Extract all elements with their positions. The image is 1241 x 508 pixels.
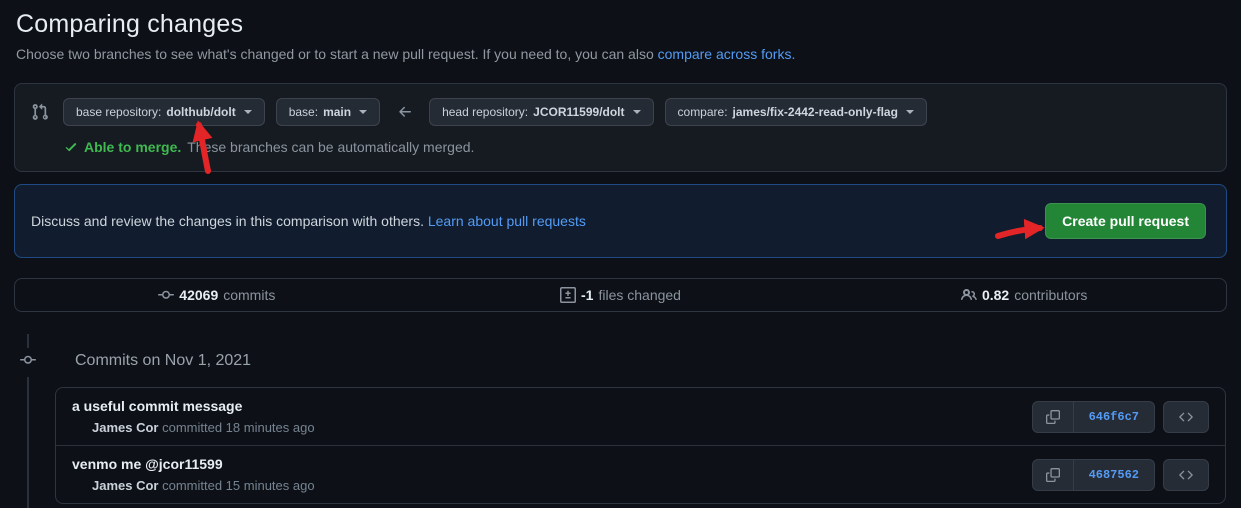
people-icon xyxy=(961,287,977,303)
contributors-count: 0.82 xyxy=(982,287,1009,303)
comparison-stats-bar: 42069 commits -1 files changed 0.82 cont… xyxy=(14,278,1227,312)
git-commit-icon xyxy=(158,287,174,303)
banner-message: Discuss and review the changes in this c… xyxy=(31,213,424,229)
files-changed-stat[interactable]: -1 files changed xyxy=(419,287,823,303)
browse-code-button[interactable] xyxy=(1163,401,1209,433)
commit-actions: 646f6c7 xyxy=(1032,401,1209,433)
files-changed-label: files changed xyxy=(598,287,681,303)
subtitle-text: Choose two branches to see what's change… xyxy=(16,46,654,62)
commits-section: Commits on Nov 1, 2021 a useful commit m… xyxy=(0,336,1241,504)
chevron-down-icon xyxy=(633,110,641,114)
create-pull-request-button[interactable]: Create pull request xyxy=(1045,203,1206,239)
commit-sha-button-group: 4687562 xyxy=(1032,459,1155,491)
check-icon xyxy=(64,140,78,154)
learn-about-pull-requests-link[interactable]: Learn about pull requests xyxy=(428,213,586,229)
git-compare-icon xyxy=(31,103,49,121)
base-repository-dropdown[interactable]: base repository: dolthub/dolt xyxy=(63,98,265,126)
commit-sha-link[interactable]: 4687562 xyxy=(1074,460,1154,490)
commits-date-header: Commits on Nov 1, 2021 xyxy=(0,336,1241,370)
head-repository-value: JCOR11599/dolt xyxy=(533,105,624,119)
commit-time: committed 15 minutes ago xyxy=(162,478,314,493)
commit-author-link[interactable]: James Cor xyxy=(92,420,158,435)
commit-row: a useful commit message James Cor commit… xyxy=(56,388,1225,445)
commit-meta: James Cor committed 15 minutes ago xyxy=(92,478,315,493)
copy-icon xyxy=(1046,410,1060,424)
page-header: Comparing changes Choose two branches to… xyxy=(0,0,1241,62)
contributors-label: contributors xyxy=(1014,287,1087,303)
base-branch-dropdown[interactable]: base: main xyxy=(276,98,380,126)
commit-info: venmo me @jcor11599 James Cor committed … xyxy=(72,456,315,493)
compare-branch-prefix: compare: xyxy=(678,105,728,119)
branch-selector-row: base repository: dolthub/dolt base: main… xyxy=(31,98,1210,126)
commit-author-link[interactable]: James Cor xyxy=(92,478,158,493)
code-icon xyxy=(1179,468,1193,482)
chevron-down-icon xyxy=(359,110,367,114)
commit-info: a useful commit message James Cor commit… xyxy=(72,398,315,435)
merge-status-row: Able to merge. These branches can be aut… xyxy=(31,139,1210,155)
head-repository-prefix: head repository: xyxy=(442,105,528,119)
copy-sha-button[interactable] xyxy=(1033,402,1074,432)
contributors-stat[interactable]: 0.82 contributors xyxy=(822,287,1226,303)
commit-sha-link[interactable]: 646f6c7 xyxy=(1074,402,1154,432)
arrow-left-icon xyxy=(397,104,413,120)
banner-text: Discuss and review the changes in this c… xyxy=(31,213,586,229)
merge-status-message: These branches can be automatically merg… xyxy=(187,139,474,155)
pull-request-banner: Discuss and review the changes in this c… xyxy=(14,184,1227,258)
base-repository-prefix: base repository: xyxy=(76,105,161,119)
commit-message-link[interactable]: a useful commit message xyxy=(72,398,315,414)
base-branch-prefix: base: xyxy=(289,105,318,119)
file-diff-icon xyxy=(560,287,576,303)
compare-branch-value: james/fix-2442-read-only-flag xyxy=(733,105,898,119)
copy-sha-button[interactable] xyxy=(1033,460,1074,490)
commit-meta: James Cor committed 18 minutes ago xyxy=(92,420,315,435)
commit-time: committed 18 minutes ago xyxy=(162,420,314,435)
chevron-down-icon xyxy=(906,110,914,114)
browse-code-button[interactable] xyxy=(1163,459,1209,491)
page-title: Comparing changes xyxy=(16,10,1225,39)
commit-sha-button-group: 646f6c7 xyxy=(1032,401,1155,433)
compare-page: Comparing changes Choose two branches to… xyxy=(0,0,1241,508)
code-icon xyxy=(1179,410,1193,424)
head-repository-dropdown[interactable]: head repository: JCOR11599/dolt xyxy=(429,98,653,126)
commits-count: 42069 xyxy=(179,287,218,303)
copy-icon xyxy=(1046,468,1060,482)
commit-message-link[interactable]: venmo me @jcor11599 xyxy=(72,456,315,472)
compare-across-forks-link[interactable]: compare across forks. xyxy=(658,46,796,62)
branch-selector-bar: base repository: dolthub/dolt base: main… xyxy=(14,83,1227,172)
chevron-down-icon xyxy=(244,110,252,114)
compare-branch-dropdown[interactable]: compare: james/fix-2442-read-only-flag xyxy=(665,98,927,126)
git-commit-timeline-icon xyxy=(18,348,38,377)
merge-status-label: Able to merge. xyxy=(84,139,181,155)
page-subtitle: Choose two branches to see what's change… xyxy=(16,46,1225,62)
base-repository-value: dolthub/dolt xyxy=(166,105,235,119)
commit-actions: 4687562 xyxy=(1032,459,1209,491)
commit-row: venmo me @jcor11599 James Cor committed … xyxy=(56,445,1225,503)
base-branch-value: main xyxy=(323,105,351,119)
commits-list: a useful commit message James Cor commit… xyxy=(55,387,1226,504)
commits-stat[interactable]: 42069 commits xyxy=(15,287,419,303)
files-changed-count: -1 xyxy=(581,287,593,303)
commits-label: commits xyxy=(223,287,275,303)
